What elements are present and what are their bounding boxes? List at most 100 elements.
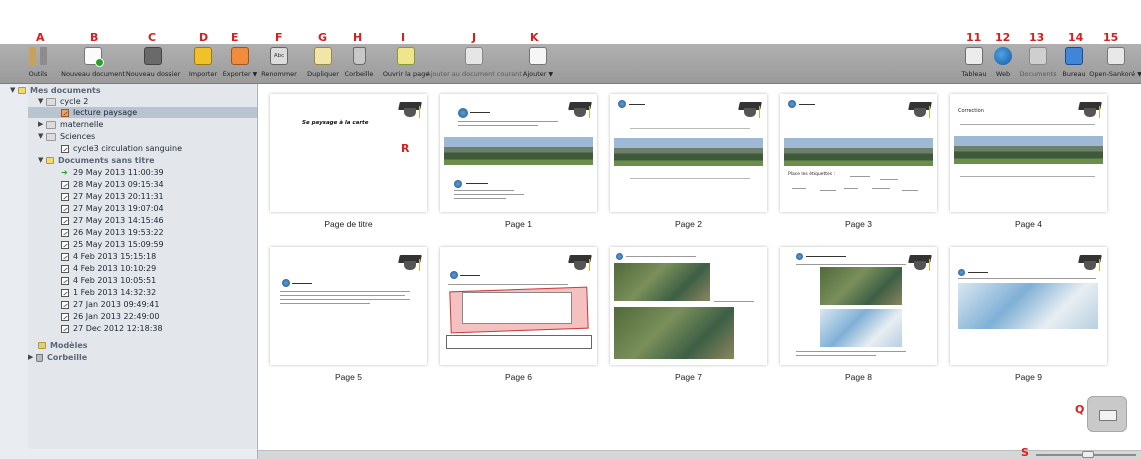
aerial-photo [614, 307, 734, 359]
annotation-Q: Q [1075, 403, 1085, 416]
tree-item-date[interactable]: 25 May 2013 15:09:59 [61, 239, 164, 250]
export-button[interactable]: Exporter ▼ [220, 45, 260, 83]
graduation-cap-icon [1078, 102, 1102, 119]
aerial-photo [820, 267, 902, 305]
collapse-arrow-icon[interactable]: ▶ [38, 119, 46, 130]
tree-item-cycle2[interactable]: ▼ cycle 2 [38, 96, 88, 107]
graduation-cap-icon [398, 102, 422, 119]
document-icon [61, 312, 69, 321]
dropdown-caret-icon[interactable]: ▼ [1137, 71, 1141, 78]
tree-item-modeles[interactable]: Modèles [38, 340, 88, 351]
duplicate-icon [314, 47, 332, 65]
tree-item-date[interactable]: 27 Jan 2013 09:49:41 [61, 299, 159, 310]
duplicate-button[interactable]: Dupliquer [307, 45, 339, 83]
logo-bullet-icon [458, 108, 468, 118]
trash-icon [352, 47, 366, 65]
tree-label: 25 May 2013 15:09:59 [73, 240, 164, 249]
tree-label: cycle 2 [60, 97, 89, 106]
graduation-cap-icon [568, 255, 592, 272]
tree-item-date[interactable]: 4 Feb 2013 15:15:18 [61, 251, 156, 262]
tree-item-cycle3[interactable]: cycle3 circulation sanguine [61, 143, 182, 154]
documents-label: Documents [1019, 70, 1057, 78]
documents-folder-icon [1029, 47, 1047, 65]
annotation-12: 12 [995, 31, 1011, 44]
rename-icon: Abc [270, 47, 288, 65]
annotation-K: K [530, 31, 539, 44]
open-sankore-label: Open-Sankoré ▼ [1089, 70, 1141, 78]
tree-item-date[interactable]: 26 May 2013 19:53:22 [61, 227, 164, 238]
trash-icon [36, 353, 43, 362]
tree-item-date[interactable]: 28 May 2013 09:15:34 [61, 179, 164, 190]
tree-item-corbeille[interactable]: ▶ Corbeille [28, 352, 87, 363]
new-folder-button[interactable]: Nouveau dossier [126, 45, 180, 83]
folder-icon [18, 87, 26, 94]
globe-icon [994, 47, 1012, 65]
expand-arrow-icon[interactable]: ▼ [38, 96, 46, 107]
tree-item-lecture-paysage[interactable]: lecture paysage [28, 107, 257, 118]
tree-item-date[interactable]: 27 Dec 2012 12:18:38 [61, 323, 163, 334]
tree-label: Documents sans titre [58, 156, 155, 165]
tree-label: 28 May 2013 09:15:34 [73, 180, 164, 189]
outils-label: Outils [28, 70, 48, 78]
page-thumbnail-2[interactable] [610, 94, 767, 212]
page-thumbnail-6[interactable] [440, 247, 597, 365]
page-label: Page de titre [324, 219, 373, 229]
web-button[interactable]: Web [992, 45, 1014, 83]
import-button[interactable]: Importer [188, 45, 218, 83]
annotation-A: A [36, 31, 45, 44]
virtual-keyboard-button[interactable] [1087, 396, 1127, 432]
tree-label: 27 May 2013 20:11:31 [73, 192, 164, 201]
page-thumbnail-7[interactable] [610, 247, 767, 365]
tree-item-mes-documents[interactable]: ▼ Mes documents [10, 85, 101, 96]
zoom-slider-handle[interactable] [1082, 451, 1094, 458]
page-thumbnail-8[interactable] [780, 247, 937, 365]
dropdown-caret-icon[interactable]: ▼ [548, 71, 553, 78]
open-page-button[interactable]: Ouvrir la page [383, 45, 429, 83]
annotation-J: J [472, 31, 477, 44]
collapse-arrow-icon[interactable]: ▶ [28, 352, 36, 363]
tree-item-date[interactable]: 1 Feb 2013 14:32:32 [61, 287, 156, 298]
dropdown-caret-icon[interactable]: ▼ [253, 71, 258, 78]
import-label: Importer [188, 70, 218, 78]
expand-arrow-icon[interactable]: ▼ [38, 131, 46, 142]
tools-icon [29, 47, 47, 65]
tree-item-date[interactable]: 4 Feb 2013 10:10:29 [61, 263, 156, 274]
tree-item-date[interactable]: 26 Jan 2013 22:49:00 [61, 311, 159, 322]
add-to-current-document-button[interactable]: Ajouter au document courant [426, 45, 522, 83]
import-icon [194, 47, 212, 65]
outils-button[interactable]: Outils [26, 45, 50, 83]
tree-label: 4 Feb 2013 10:05:51 [73, 276, 157, 285]
tree-item-date[interactable]: ➔ 29 May 2013 11:00:39 [61, 167, 164, 178]
tree-item-sciences[interactable]: ▼ Sciences [38, 131, 95, 142]
annotation-E: E [231, 31, 239, 44]
bureau-button[interactable]: Bureau [1060, 45, 1088, 83]
documents-button[interactable]: Documents [1018, 45, 1058, 83]
page-thumbnail-4[interactable]: Correction [950, 94, 1107, 212]
tree-label: 27 May 2013 19:07:04 [73, 204, 164, 213]
tree-item-maternelle[interactable]: ▶ maternelle [38, 119, 103, 130]
page-thumbnail-3[interactable]: Place les étiquettes : [780, 94, 937, 212]
expand-arrow-icon[interactable]: ▼ [10, 85, 18, 96]
expand-arrow-icon[interactable]: ▼ [38, 155, 46, 166]
documents-tree-sidebar: ▼ Mes documents ▼ cycle 2 lecture paysag… [0, 84, 258, 459]
page-thumbnail-5[interactable] [270, 247, 427, 365]
add-button[interactable]: Ajouter ▼ [520, 45, 556, 83]
table [446, 335, 592, 349]
rename-button[interactable]: Abc Renommer [261, 45, 297, 83]
tree-item-date[interactable]: 27 May 2013 14:15:46 [61, 215, 164, 226]
page-label: Page 7 [675, 372, 702, 382]
annotation-14: 14 [1068, 31, 1084, 44]
tableau-button[interactable]: Tableau [961, 45, 987, 83]
logo-bullet-icon [958, 269, 965, 276]
new-document-button[interactable]: Nouveau document [61, 45, 125, 83]
trash-button[interactable]: Corbeille [344, 45, 374, 83]
export-icon [231, 47, 249, 65]
page-thumbnail-1[interactable] [440, 94, 597, 212]
tree-item-date[interactable]: 27 May 2013 19:07:04 [61, 203, 164, 214]
annotation-G: G [318, 31, 328, 44]
page-thumbnail-9[interactable] [950, 247, 1107, 365]
tree-item-date[interactable]: 4 Feb 2013 10:05:51 [61, 275, 156, 286]
tree-item-documents-sans-titre[interactable]: ▼ Documents sans titre [38, 155, 155, 166]
tree-item-date[interactable]: 27 May 2013 20:11:31 [61, 191, 164, 202]
open-sankore-menu-button[interactable]: Open-Sankoré ▼ [1089, 45, 1141, 83]
